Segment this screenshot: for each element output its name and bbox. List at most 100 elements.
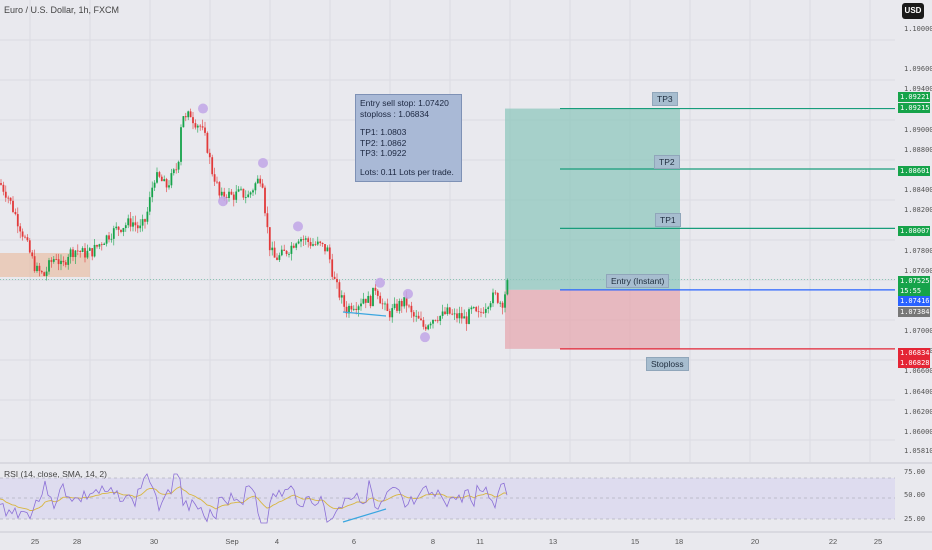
- chart-canvas[interactable]: [0, 0, 932, 550]
- info-tp2: TP2: 1.0862: [360, 137, 407, 148]
- candle: [439, 315, 442, 321]
- info-stoploss: stoploss : 1.06834: [360, 108, 429, 119]
- candle: [424, 326, 427, 330]
- rsi-panel: [0, 462, 932, 533]
- candle: [266, 213, 269, 228]
- date-tick: 11: [476, 537, 484, 546]
- candle: [50, 260, 53, 262]
- candle: [36, 265, 38, 272]
- rsi-band: [0, 478, 895, 519]
- tp3-label[interactable]: TP3: [652, 92, 678, 106]
- candle: [204, 127, 206, 133]
- entry-price-tag: 1.07416: [898, 296, 930, 306]
- date-tick: 18: [674, 537, 684, 546]
- pivot-marker: [293, 221, 303, 232]
- candle: [64, 262, 67, 265]
- candle: [484, 308, 487, 313]
- candle: [194, 123, 197, 128]
- candle: [360, 303, 362, 307]
- candle: [108, 235, 110, 240]
- candle: [388, 311, 391, 318]
- candle: [350, 305, 353, 310]
- candle: [67, 256, 70, 265]
- candle: [302, 239, 305, 240]
- candle: [453, 313, 456, 315]
- candle: [336, 278, 338, 283]
- stoploss-price-tag-b: 1.06828: [898, 358, 930, 368]
- stoploss-price-tag-a: 1.06834: [898, 348, 930, 358]
- candle: [93, 244, 96, 257]
- candle: [362, 298, 365, 304]
- tp2-price-tag: 1.08601: [898, 166, 930, 176]
- candle: [328, 247, 331, 260]
- candle: [96, 244, 98, 247]
- candle: [465, 316, 468, 324]
- candle: [156, 172, 158, 183]
- candle: [0, 183, 2, 185]
- date-tick: 15: [630, 537, 640, 546]
- candle: [163, 179, 166, 182]
- tp1-label[interactable]: TP1: [655, 213, 681, 227]
- candle: [168, 185, 170, 188]
- candle: [393, 303, 396, 309]
- currency-button[interactable]: USD: [902, 3, 924, 19]
- candle: [235, 191, 238, 200]
- candle: [134, 222, 137, 226]
- candle: [352, 308, 355, 310]
- candle: [79, 250, 82, 253]
- candle: [398, 300, 401, 311]
- candle: [444, 311, 446, 315]
- candle: [331, 259, 334, 277]
- candle: [218, 182, 221, 196]
- candle: [403, 297, 406, 307]
- candle: [132, 222, 134, 227]
- price-tick: 1.09000: [904, 125, 932, 134]
- candle: [441, 311, 444, 316]
- stoploss-label[interactable]: Stoploss: [646, 357, 689, 371]
- candle: [81, 248, 84, 253]
- candle: [206, 132, 209, 153]
- candle: [314, 244, 317, 246]
- candle: [16, 214, 19, 227]
- candle: [74, 250, 77, 258]
- candle: [487, 307, 490, 309]
- price-tick: 1.06400: [904, 387, 932, 396]
- tp1-price-tag: 1.08007: [898, 226, 930, 236]
- candle: [240, 188, 242, 190]
- rsi-tick-75: 75.00: [904, 468, 926, 476]
- candle: [129, 218, 132, 227]
- candle: [98, 244, 101, 247]
- candle: [480, 311, 482, 313]
- info-lots: Lots: 0.11 Lots per trade.: [360, 166, 454, 177]
- candle: [165, 179, 168, 188]
- candle: [127, 218, 130, 226]
- candle: [160, 176, 163, 182]
- candle: [355, 308, 358, 310]
- candle: [391, 308, 394, 318]
- candle: [72, 249, 74, 258]
- entry-label[interactable]: Entry (Instant): [606, 274, 670, 288]
- date-tick: 6: [351, 537, 357, 546]
- candle: [201, 126, 204, 128]
- candle: [357, 306, 360, 310]
- candle: [499, 302, 502, 304]
- candle: [321, 242, 324, 245]
- candle: [427, 325, 430, 330]
- candle: [252, 190, 254, 193]
- candle: [261, 183, 264, 188]
- candle: [86, 250, 89, 258]
- candle: [24, 236, 26, 238]
- candle: [170, 173, 173, 186]
- price-tick: 1.09600: [904, 65, 932, 74]
- candle: [91, 248, 94, 257]
- chart-title: Euro / U.S. Dollar, 1h, FXCM: [4, 5, 120, 15]
- candle: [504, 294, 506, 308]
- info-tp3: TP3: 1.0922: [360, 148, 407, 159]
- candle: [381, 303, 384, 305]
- candle: [470, 307, 473, 310]
- candle: [48, 260, 50, 272]
- candle: [434, 319, 437, 321]
- candle: [489, 303, 492, 308]
- candle: [45, 271, 48, 276]
- tp2-label[interactable]: TP2: [654, 155, 680, 169]
